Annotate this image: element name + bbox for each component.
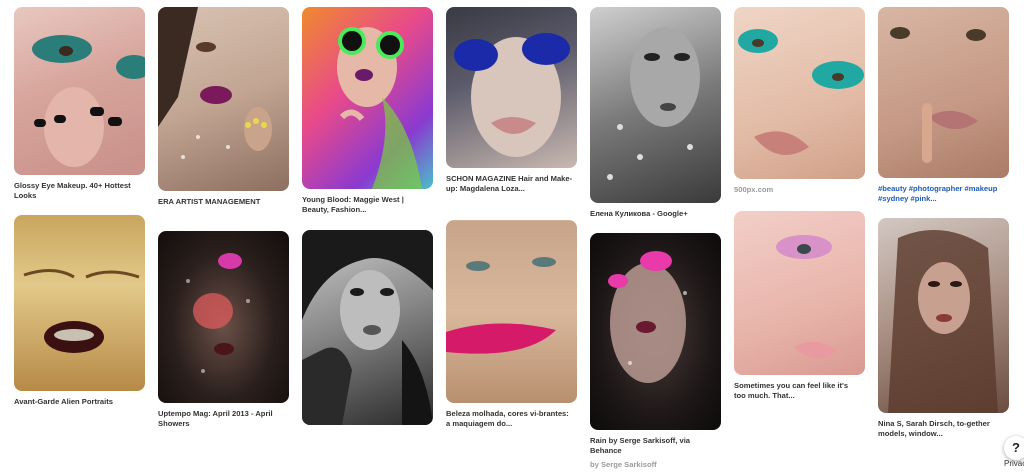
pin-image[interactable] (158, 231, 289, 403)
pin-image[interactable] (734, 211, 865, 375)
pin-card[interactable]: ERA ARTIST MANAGEMENT (158, 7, 289, 207)
pin-image[interactable] (302, 230, 433, 425)
face-photo (454, 33, 570, 157)
pin-image[interactable] (878, 218, 1009, 413)
pin-image[interactable] (734, 7, 865, 179)
pin-image[interactable] (14, 7, 145, 175)
pin-caption[interactable]: Glossy Eye Makeup. 40+ Hottest Looks (14, 181, 145, 200)
pin-card[interactable]: Rain by Serge Sarkisoff, via Behance by … (590, 233, 721, 470)
face-photo (186, 253, 250, 373)
pin-caption[interactable]: Елена Куликова - Google+ (590, 209, 721, 219)
face-photo (32, 35, 145, 167)
face-photo (738, 29, 864, 155)
pin-card[interactable]: Sometimes you can feel like it's too muc… (734, 211, 865, 400)
pin-image[interactable] (302, 7, 433, 189)
pin-image[interactable] (158, 7, 289, 191)
pin-attribution[interactable]: by Serge Sarkisoff (590, 460, 721, 470)
privacy-link[interactable]: Privac (1004, 459, 1024, 468)
pin-caption[interactable]: ERA ARTIST MANAGEMENT (158, 197, 289, 207)
pin-image[interactable] (590, 233, 721, 430)
face-photo (776, 235, 838, 359)
pin-caption[interactable]: Uptempo Mag: April 2013 - April Showers (158, 409, 289, 428)
pin-caption[interactable]: Sometimes you can feel like it's too muc… (734, 381, 865, 400)
pin-card[interactable]: SCHON MAGAZINE Hair and Make-up: Magdale… (446, 7, 577, 193)
pin-caption[interactable]: #beauty #photographer #makeup #sydney #p… (878, 184, 1009, 203)
face-photo (302, 230, 433, 425)
pin-image[interactable] (446, 7, 577, 168)
face-photo (446, 220, 577, 354)
pin-card[interactable]: #beauty #photographer #makeup #sydney #p… (878, 7, 1009, 203)
face-photo (608, 251, 687, 383)
face-photo (607, 27, 700, 180)
pin-caption[interactable]: Avant-Garde Alien Portraits (14, 397, 145, 407)
pin-card[interactable]: 500px.com (734, 7, 865, 195)
pin-card[interactable] (302, 230, 433, 431)
pin-card[interactable]: Beleza molhada, cores vi-brantes: a maqu… (446, 220, 577, 428)
pin-caption[interactable]: Rain by Serge Sarkisoff, via Behance (590, 436, 721, 455)
pin-caption[interactable]: Nina S, Sarah Dirsch, to-gether models, … (878, 419, 1009, 438)
pin-image[interactable] (14, 215, 145, 391)
pin-caption[interactable]: Young Blood: Maggie West | Beauty, Fashi… (302, 195, 433, 214)
pin-card[interactable]: Avant-Garde Alien Portraits (14, 215, 145, 407)
face-photo (888, 230, 998, 413)
pin-image[interactable] (446, 220, 577, 403)
help-button[interactable]: ? (1004, 436, 1024, 460)
pin-caption[interactable]: SCHON MAGAZINE Hair and Make-up: Magdale… (446, 174, 577, 193)
pin-caption[interactable]: 500px.com (734, 185, 865, 195)
pin-card[interactable]: Glossy Eye Makeup. 40+ Hottest Looks (14, 7, 145, 200)
pin-caption[interactable]: Beleza molhada, cores vi-brantes: a maqu… (446, 409, 577, 428)
face-photo (158, 7, 272, 159)
pin-card[interactable]: Uptempo Mag: April 2013 - April Showers (158, 231, 289, 428)
pin-image[interactable] (878, 7, 1009, 178)
face-photo (890, 27, 986, 163)
pin-card[interactable]: Елена Куликова - Google+ (590, 7, 721, 219)
pin-image[interactable] (590, 7, 721, 203)
pin-card[interactable]: Nina S, Sarah Dirsch, to-gether models, … (878, 218, 1009, 438)
face-photo (23, 269, 140, 353)
pin-card[interactable]: Young Blood: Maggie West | Beauty, Fashi… (302, 7, 433, 214)
face-photo (337, 27, 422, 189)
